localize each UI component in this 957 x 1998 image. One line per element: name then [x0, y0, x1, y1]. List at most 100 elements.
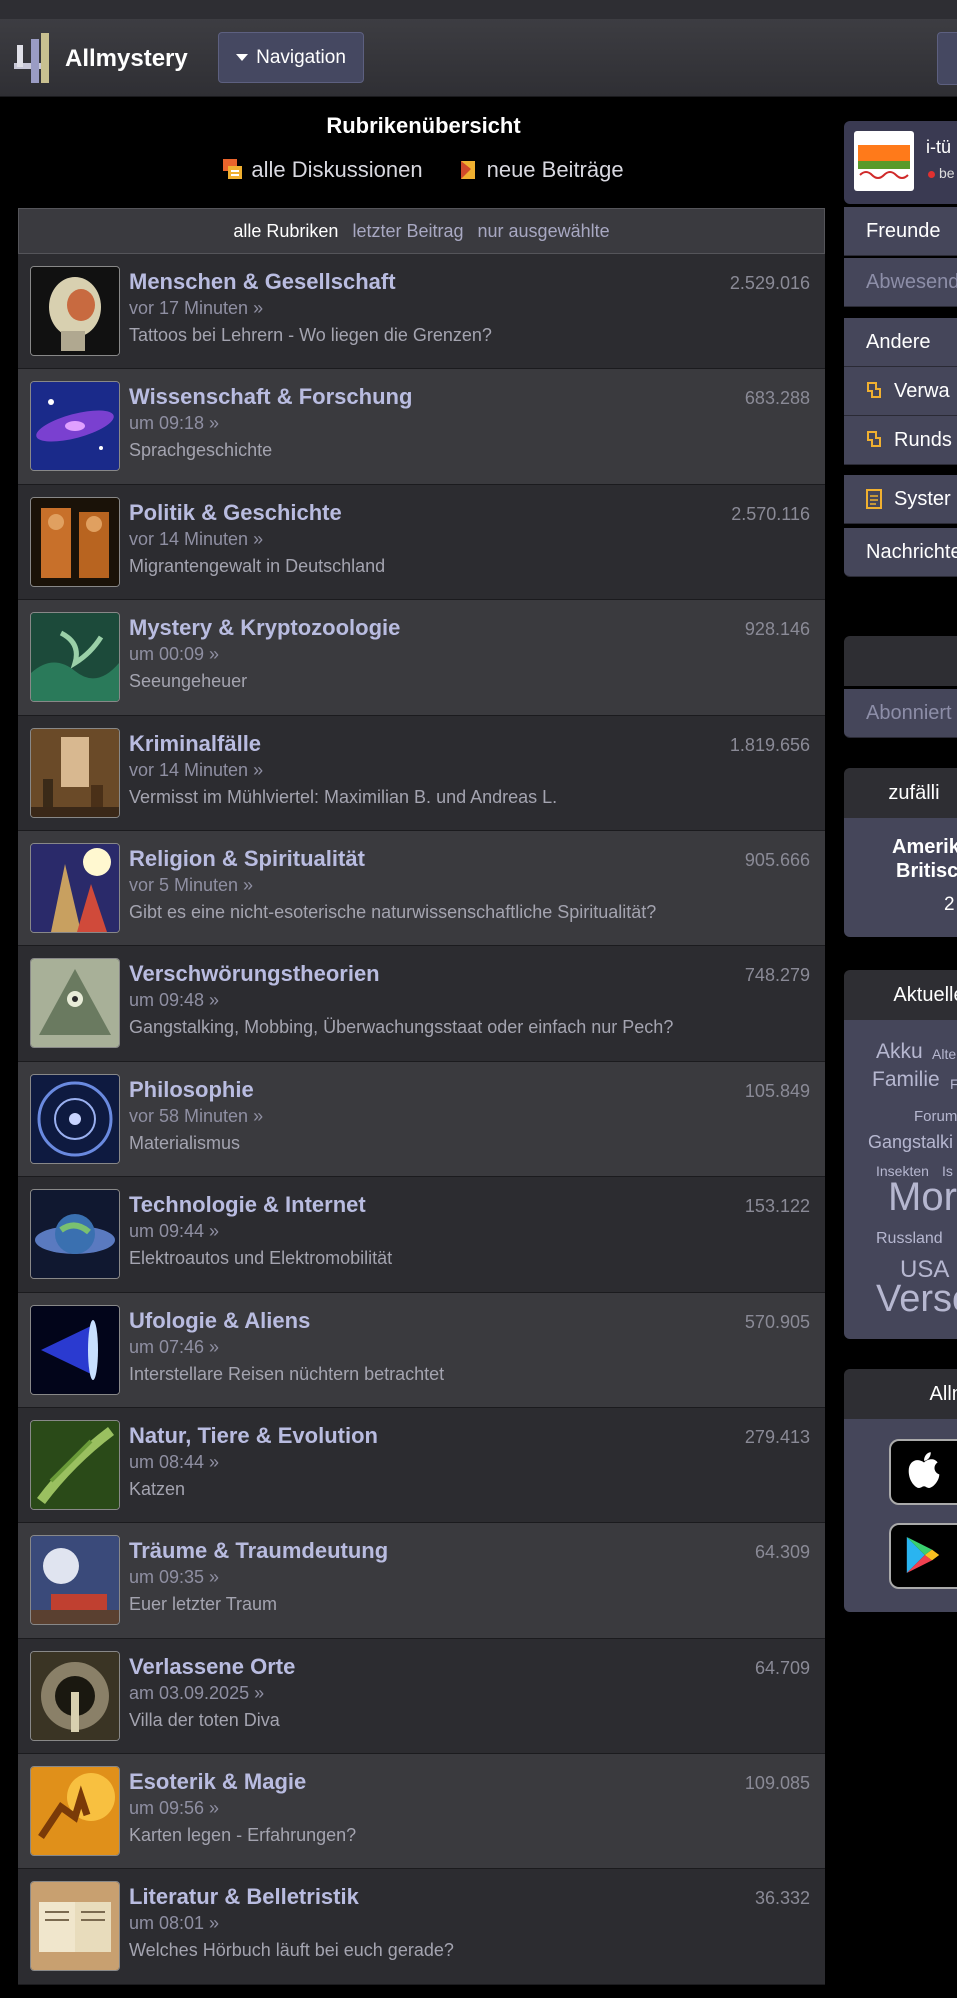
sidebar-item-messages[interactable]: Nachrichte [844, 528, 957, 577]
filter-selected-only[interactable]: nur ausgewählte [478, 221, 610, 242]
category-thumbnail[interactable] [30, 1650, 120, 1741]
category-name[interactable]: Menschen & Gesellschaft [129, 269, 396, 295]
category-last-topic[interactable]: Villa der toten Diva [129, 1710, 280, 1731]
category-thumbnail[interactable] [30, 1881, 120, 1972]
category-last-topic[interactable]: Euer letzter Traum [129, 1594, 277, 1615]
category-row[interactable]: Träume & Traumdeutung um 09:35 » Euer le… [18, 1523, 825, 1639]
random-line-2[interactable]: Britisc [896, 860, 957, 883]
category-thumbnail[interactable] [30, 842, 120, 933]
category-last-topic[interactable]: Tattoos bei Lehrern - Wo liegen die Gren… [129, 325, 492, 346]
category-row[interactable]: Religion & Spiritualität vor 5 Minuten »… [18, 830, 825, 947]
sidebar-item-friends[interactable]: Freunde [844, 207, 957, 256]
category-last-post-time[interactable]: um 09:18 » [129, 413, 219, 434]
user-avatar[interactable] [854, 131, 914, 191]
tag-link[interactable]: Familie [872, 1068, 940, 1092]
category-last-post-time[interactable]: vor 14 Minuten » [129, 760, 263, 781]
category-name[interactable]: Ufologie & Aliens [129, 1308, 310, 1334]
category-name[interactable]: Esoterik & Magie [129, 1769, 306, 1795]
sidebar-item-broadcast[interactable]: Runds [844, 416, 957, 465]
user-card[interactable]: i-tü be [844, 121, 957, 204]
site-brand[interactable]: Allmystery [65, 45, 188, 73]
tag-link[interactable]: Verso [876, 1278, 957, 1321]
category-row[interactable]: Menschen & Gesellschaft vor 17 Minuten »… [18, 254, 825, 370]
category-name[interactable]: Verlassene Orte [129, 1654, 295, 1680]
category-row[interactable]: Natur, Tiere & Evolution um 08:44 » Katz… [18, 1407, 825, 1524]
category-name[interactable]: Kriminalfälle [129, 731, 261, 757]
category-row[interactable]: Ufologie & Aliens um 07:46 » Interstella… [18, 1292, 825, 1408]
category-row[interactable]: Philosophie vor 58 Minuten » Materialism… [18, 1061, 825, 1178]
category-last-post-time[interactable]: vor 5 Minuten » [129, 875, 253, 896]
category-last-topic[interactable]: Katzen [129, 1479, 185, 1500]
sidebar-item-admin[interactable]: Verwa [844, 367, 957, 416]
all-discussions-link[interactable]: alle Diskussionen [223, 157, 423, 183]
category-thumbnail[interactable] [30, 1189, 120, 1280]
category-thumbnail[interactable] [30, 1535, 120, 1626]
category-last-post-time[interactable]: vor 58 Minuten » [129, 1106, 263, 1127]
category-row[interactable]: Wissenschaft & Forschung um 09:18 » Spra… [18, 369, 825, 485]
tag-link[interactable]: Akku [876, 1040, 923, 1064]
category-row[interactable]: Politik & Geschichte vor 14 Minuten » Mi… [18, 484, 825, 601]
category-name[interactable]: Literatur & Belletristik [129, 1884, 359, 1910]
category-last-post-time[interactable]: um 00:09 » [129, 644, 219, 665]
tag-link[interactable]: Russland [876, 1230, 943, 1248]
category-last-post-time[interactable]: um 09:44 » [129, 1221, 219, 1242]
sidebar-item-others[interactable]: Andere [844, 318, 957, 367]
category-name[interactable]: Verschwörungstheorien [129, 961, 380, 987]
category-last-topic[interactable]: Elektroautos und Elektromobilität [129, 1248, 392, 1269]
category-last-post-time[interactable]: um 09:56 » [129, 1798, 219, 1819]
category-row[interactable]: Kriminalfälle vor 14 Minuten » Vermisst … [18, 715, 825, 831]
category-name[interactable]: Politik & Geschichte [129, 500, 342, 526]
category-row[interactable]: Esoterik & Magie um 09:56 » Karten legen… [18, 1754, 825, 1870]
category-name[interactable]: Religion & Spiritualität [129, 846, 365, 872]
category-thumbnail[interactable] [30, 1419, 120, 1510]
category-thumbnail[interactable] [30, 1073, 120, 1164]
category-last-topic[interactable]: Gangstalking, Mobbing, Überwachungsstaat… [129, 1017, 673, 1038]
user-name[interactable]: i-tü [926, 137, 951, 158]
category-name[interactable]: Träume & Traumdeutung [129, 1538, 388, 1564]
filter-all-categories[interactable]: alle Rubriken [233, 221, 338, 242]
tag-link[interactable]: F [950, 1076, 957, 1092]
category-thumbnail[interactable] [30, 1766, 120, 1857]
category-last-topic[interactable]: Interstellare Reisen nüchtern betrachtet [129, 1364, 444, 1385]
category-thumbnail[interactable] [30, 727, 120, 818]
category-last-post-time[interactable]: vor 14 Minuten » [129, 529, 263, 550]
category-last-topic[interactable]: Materialismus [129, 1133, 240, 1154]
category-last-post-time[interactable]: am 03.09.2025 » [129, 1683, 264, 1704]
header-right-button[interactable] [937, 32, 957, 85]
category-last-post-time[interactable]: um 09:48 » [129, 990, 219, 1011]
new-posts-link[interactable]: neue Beiträge [459, 157, 624, 183]
allmystery-logo-icon[interactable] [14, 33, 52, 83]
category-name[interactable]: Natur, Tiere & Evolution [129, 1423, 378, 1449]
google-play-button[interactable] [889, 1523, 957, 1589]
category-name[interactable]: Technologie & Internet [129, 1192, 366, 1218]
filter-last-post[interactable]: letzter Beitrag [352, 221, 463, 242]
category-last-topic[interactable]: Karten legen - Erfahrungen? [129, 1825, 356, 1846]
subscribed-item[interactable]: Abonniert [844, 689, 957, 738]
category-thumbnail[interactable] [30, 1304, 120, 1395]
category-name[interactable]: Philosophie [129, 1077, 254, 1103]
category-thumbnail[interactable] [30, 381, 120, 472]
category-last-topic[interactable]: Migrantengewalt in Deutschland [129, 556, 385, 577]
tag-link[interactable]: Mor [888, 1175, 957, 1220]
category-last-post-time[interactable]: vor 17 Minuten » [129, 298, 263, 319]
category-name[interactable]: Mystery & Kryptozoologie [129, 615, 400, 641]
category-last-topic[interactable]: Welches Hörbuch läuft bei euch gerade? [129, 1940, 454, 1961]
category-name[interactable]: Wissenschaft & Forschung [129, 384, 412, 410]
category-row[interactable]: Verlassene Orte am 03.09.2025 » Villa de… [18, 1638, 825, 1755]
category-last-post-time[interactable]: um 08:01 » [129, 1913, 219, 1934]
category-last-topic[interactable]: Seeungeheuer [129, 671, 247, 692]
navigation-button[interactable]: Navigation [218, 32, 364, 83]
sidebar-item-system[interactable]: Syster [844, 475, 957, 524]
category-thumbnail[interactable] [30, 958, 120, 1049]
category-last-topic[interactable]: Vermisst im Mühlviertel: Maximilian B. u… [129, 787, 557, 808]
category-last-post-time[interactable]: um 08:44 » [129, 1452, 219, 1473]
category-thumbnail[interactable] [30, 266, 120, 356]
random-line-1[interactable]: Amerik [892, 836, 957, 859]
category-thumbnail[interactable] [30, 496, 120, 587]
tag-link[interactable]: Forum [914, 1108, 957, 1125]
category-row[interactable]: Mystery & Kryptozoologie um 00:09 » Seeu… [18, 600, 825, 716]
category-row[interactable]: Literatur & Belletristik um 08:01 » Welc… [18, 1869, 825, 1985]
sidebar-item-away[interactable]: Abwesend [844, 258, 957, 307]
category-last-topic[interactable]: Gibt es eine nicht-esoterische naturwiss… [129, 902, 656, 923]
tag-link[interactable]: Alte [932, 1046, 956, 1062]
